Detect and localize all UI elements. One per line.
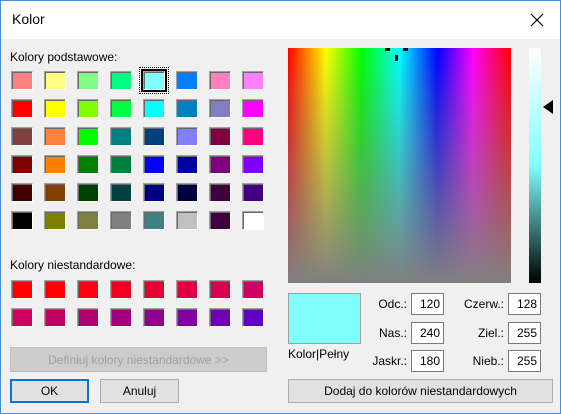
custom-color-swatch[interactable] [176,280,198,299]
basic-color-swatch[interactable] [209,155,231,174]
basic-color-swatch[interactable] [44,99,66,118]
define-custom-colors-button[interactable]: Definiuj kolory niestandardowe >> [10,347,267,372]
basic-color-swatch[interactable] [110,155,132,174]
basic-color-swatch[interactable] [77,211,99,230]
basic-color-swatch[interactable] [44,127,66,146]
basic-color-swatch[interactable] [209,71,231,90]
custom-color-swatch[interactable] [209,308,231,327]
basic-color-swatch[interactable] [242,183,264,202]
color-spectrum[interactable] [288,48,511,283]
basic-color-swatch[interactable] [209,211,231,230]
basic-colors-grid [11,67,264,230]
basic-color-swatch[interactable] [176,127,198,146]
basic-color-swatch[interactable] [209,127,231,146]
color-dialog: Kolor Kolory podstawowe: Kolory niestand… [0,0,561,414]
blue-label: Nieb.: [472,354,504,368]
basic-color-swatch[interactable] [110,71,132,90]
custom-color-swatch[interactable] [110,280,132,299]
lum-label: Jaskr.: [372,354,407,368]
add-to-custom-colors-button[interactable]: Dodaj do kolorów niestandardowych [288,379,553,403]
color-preview [288,293,361,344]
dialog-title: Kolor [12,11,45,27]
hue-label: Odc.: [378,297,407,311]
custom-color-swatch[interactable] [242,308,264,327]
basic-color-swatch[interactable] [209,183,231,202]
basic-color-swatch[interactable] [77,99,99,118]
red-field[interactable]: 128 [508,293,541,315]
custom-color-swatch[interactable] [110,308,132,327]
close-button[interactable] [514,1,560,39]
basic-color-swatch[interactable] [143,211,165,230]
title-bar: Kolor [1,1,560,39]
basic-color-swatch[interactable] [11,183,33,202]
basic-color-swatch[interactable] [77,127,99,146]
basic-color-swatch[interactable] [242,127,264,146]
basic-color-swatch[interactable] [110,211,132,230]
basic-color-swatch[interactable] [176,71,198,90]
custom-color-swatch[interactable] [77,280,99,299]
basic-color-swatch[interactable] [176,155,198,174]
red-label: Czerw.: [463,297,504,311]
basic-color-swatch[interactable] [110,127,132,146]
basic-colors-label: Kolory podstawowe: [10,50,118,64]
basic-color-swatch[interactable] [11,71,33,90]
custom-color-swatch[interactable] [209,280,231,299]
custom-color-swatch[interactable] [143,308,165,327]
basic-color-swatch[interactable] [11,127,33,146]
basic-color-swatch[interactable] [110,99,132,118]
custom-color-swatch[interactable] [44,308,66,327]
basic-color-swatch[interactable] [242,99,264,118]
blue-field[interactable]: 255 [508,350,541,372]
custom-colors-grid [11,280,264,327]
basic-color-swatch[interactable] [44,71,66,90]
basic-color-swatch[interactable] [77,155,99,174]
luminance-arrow-icon[interactable] [543,100,553,114]
custom-color-swatch[interactable] [242,280,264,299]
basic-color-swatch[interactable] [11,211,33,230]
basic-color-swatch[interactable] [11,99,33,118]
crosshair-icon [385,48,408,61]
basic-color-swatch[interactable] [44,155,66,174]
basic-color-swatch[interactable] [176,211,198,230]
custom-colors-label: Kolory niestandardowe: [10,258,136,272]
basic-color-swatch[interactable] [44,183,66,202]
basic-color-swatch[interactable] [11,155,33,174]
basic-color-swatch[interactable] [139,67,169,94]
ok-button[interactable]: OK [10,379,89,403]
custom-color-swatch[interactable] [143,280,165,299]
basic-color-swatch[interactable] [209,99,231,118]
basic-color-swatch[interactable] [44,211,66,230]
basic-color-swatch[interactable] [143,99,165,118]
lum-field[interactable]: 180 [411,350,444,372]
preview-label: Kolor|Pełny [288,347,350,361]
basic-color-swatch[interactable] [242,71,264,90]
basic-color-swatch[interactable] [176,99,198,118]
basic-color-swatch[interactable] [143,155,165,174]
basic-color-swatch[interactable] [143,127,165,146]
basic-color-swatch[interactable] [77,71,99,90]
basic-color-swatch[interactable] [110,183,132,202]
sat-label: Nas.: [378,326,407,340]
custom-color-swatch[interactable] [11,308,33,327]
basic-color-swatch[interactable] [143,183,165,202]
basic-color-swatch[interactable] [242,211,264,230]
luminance-bar[interactable] [529,48,541,283]
green-label: Ziel.: [477,326,504,340]
basic-color-swatch[interactable] [176,183,198,202]
custom-color-swatch[interactable] [11,280,33,299]
sat-field[interactable]: 240 [411,322,444,344]
cancel-button[interactable]: Anuluj [100,379,179,403]
basic-color-swatch[interactable] [77,183,99,202]
custom-color-swatch[interactable] [44,280,66,299]
close-icon [530,13,544,27]
basic-color-swatch[interactable] [242,155,264,174]
hue-field[interactable]: 120 [411,293,444,315]
green-field[interactable]: 255 [508,322,541,344]
custom-color-swatch[interactable] [77,308,99,327]
custom-color-swatch[interactable] [176,308,198,327]
